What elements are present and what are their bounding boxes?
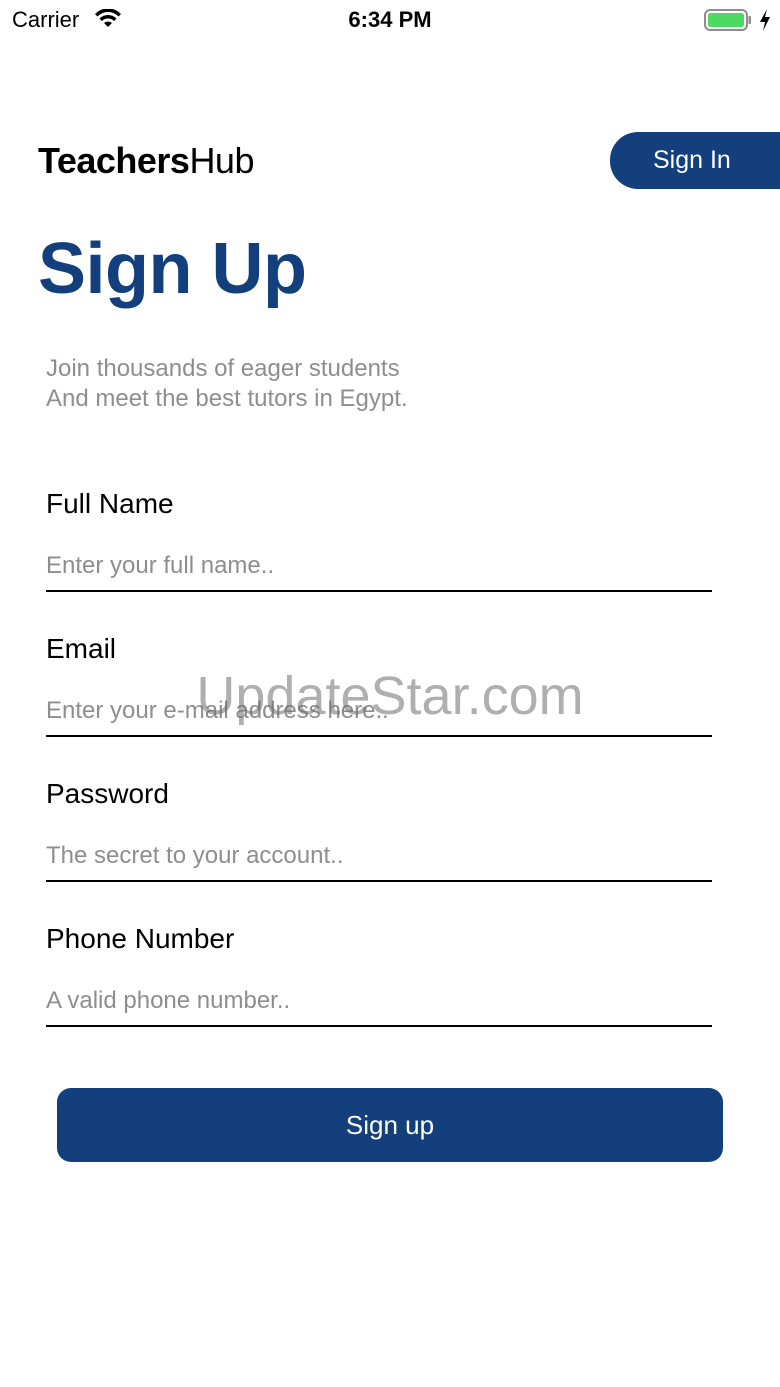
sign-up-screen: Carrier 6:34 PM TeachersHub Sign In Sign… bbox=[0, 0, 780, 1387]
password-label: Password bbox=[46, 778, 169, 809]
password-input[interactable] bbox=[46, 832, 712, 882]
phone-number-field: Phone Number bbox=[46, 923, 712, 1041]
email-input[interactable] bbox=[46, 687, 712, 737]
subtitle-line-1: Join thousands of eager students bbox=[46, 355, 400, 382]
battery-icon bbox=[704, 9, 751, 31]
charging-bolt-icon bbox=[760, 9, 770, 31]
email-label: Email bbox=[46, 633, 117, 664]
brand-hub: Hub bbox=[189, 140, 254, 181]
subtitle-line-2: And meet the best tutors in Egypt. bbox=[46, 385, 408, 412]
phone-number-label: Phone Number bbox=[46, 923, 235, 954]
subtitle: Join thousands of eager students And mee… bbox=[46, 354, 408, 414]
phone-number-input[interactable] bbox=[46, 977, 712, 1027]
sign-in-button[interactable]: Sign In bbox=[610, 132, 780, 189]
page-title: Sign Up bbox=[38, 229, 307, 309]
full-name-label: Full Name bbox=[46, 488, 174, 519]
status-bar: Carrier 6:34 PM bbox=[0, 0, 780, 40]
email-field: Email bbox=[46, 633, 712, 751]
sign-up-button[interactable]: Sign up bbox=[57, 1088, 723, 1162]
full-name-input[interactable] bbox=[46, 542, 712, 592]
brand-teachers: Teachers bbox=[38, 140, 190, 181]
full-name-field: Full Name bbox=[46, 488, 712, 606]
brand-logo: TeachersHub bbox=[38, 140, 254, 182]
password-field: Password bbox=[46, 778, 712, 896]
clock: 6:34 PM bbox=[348, 7, 432, 32]
